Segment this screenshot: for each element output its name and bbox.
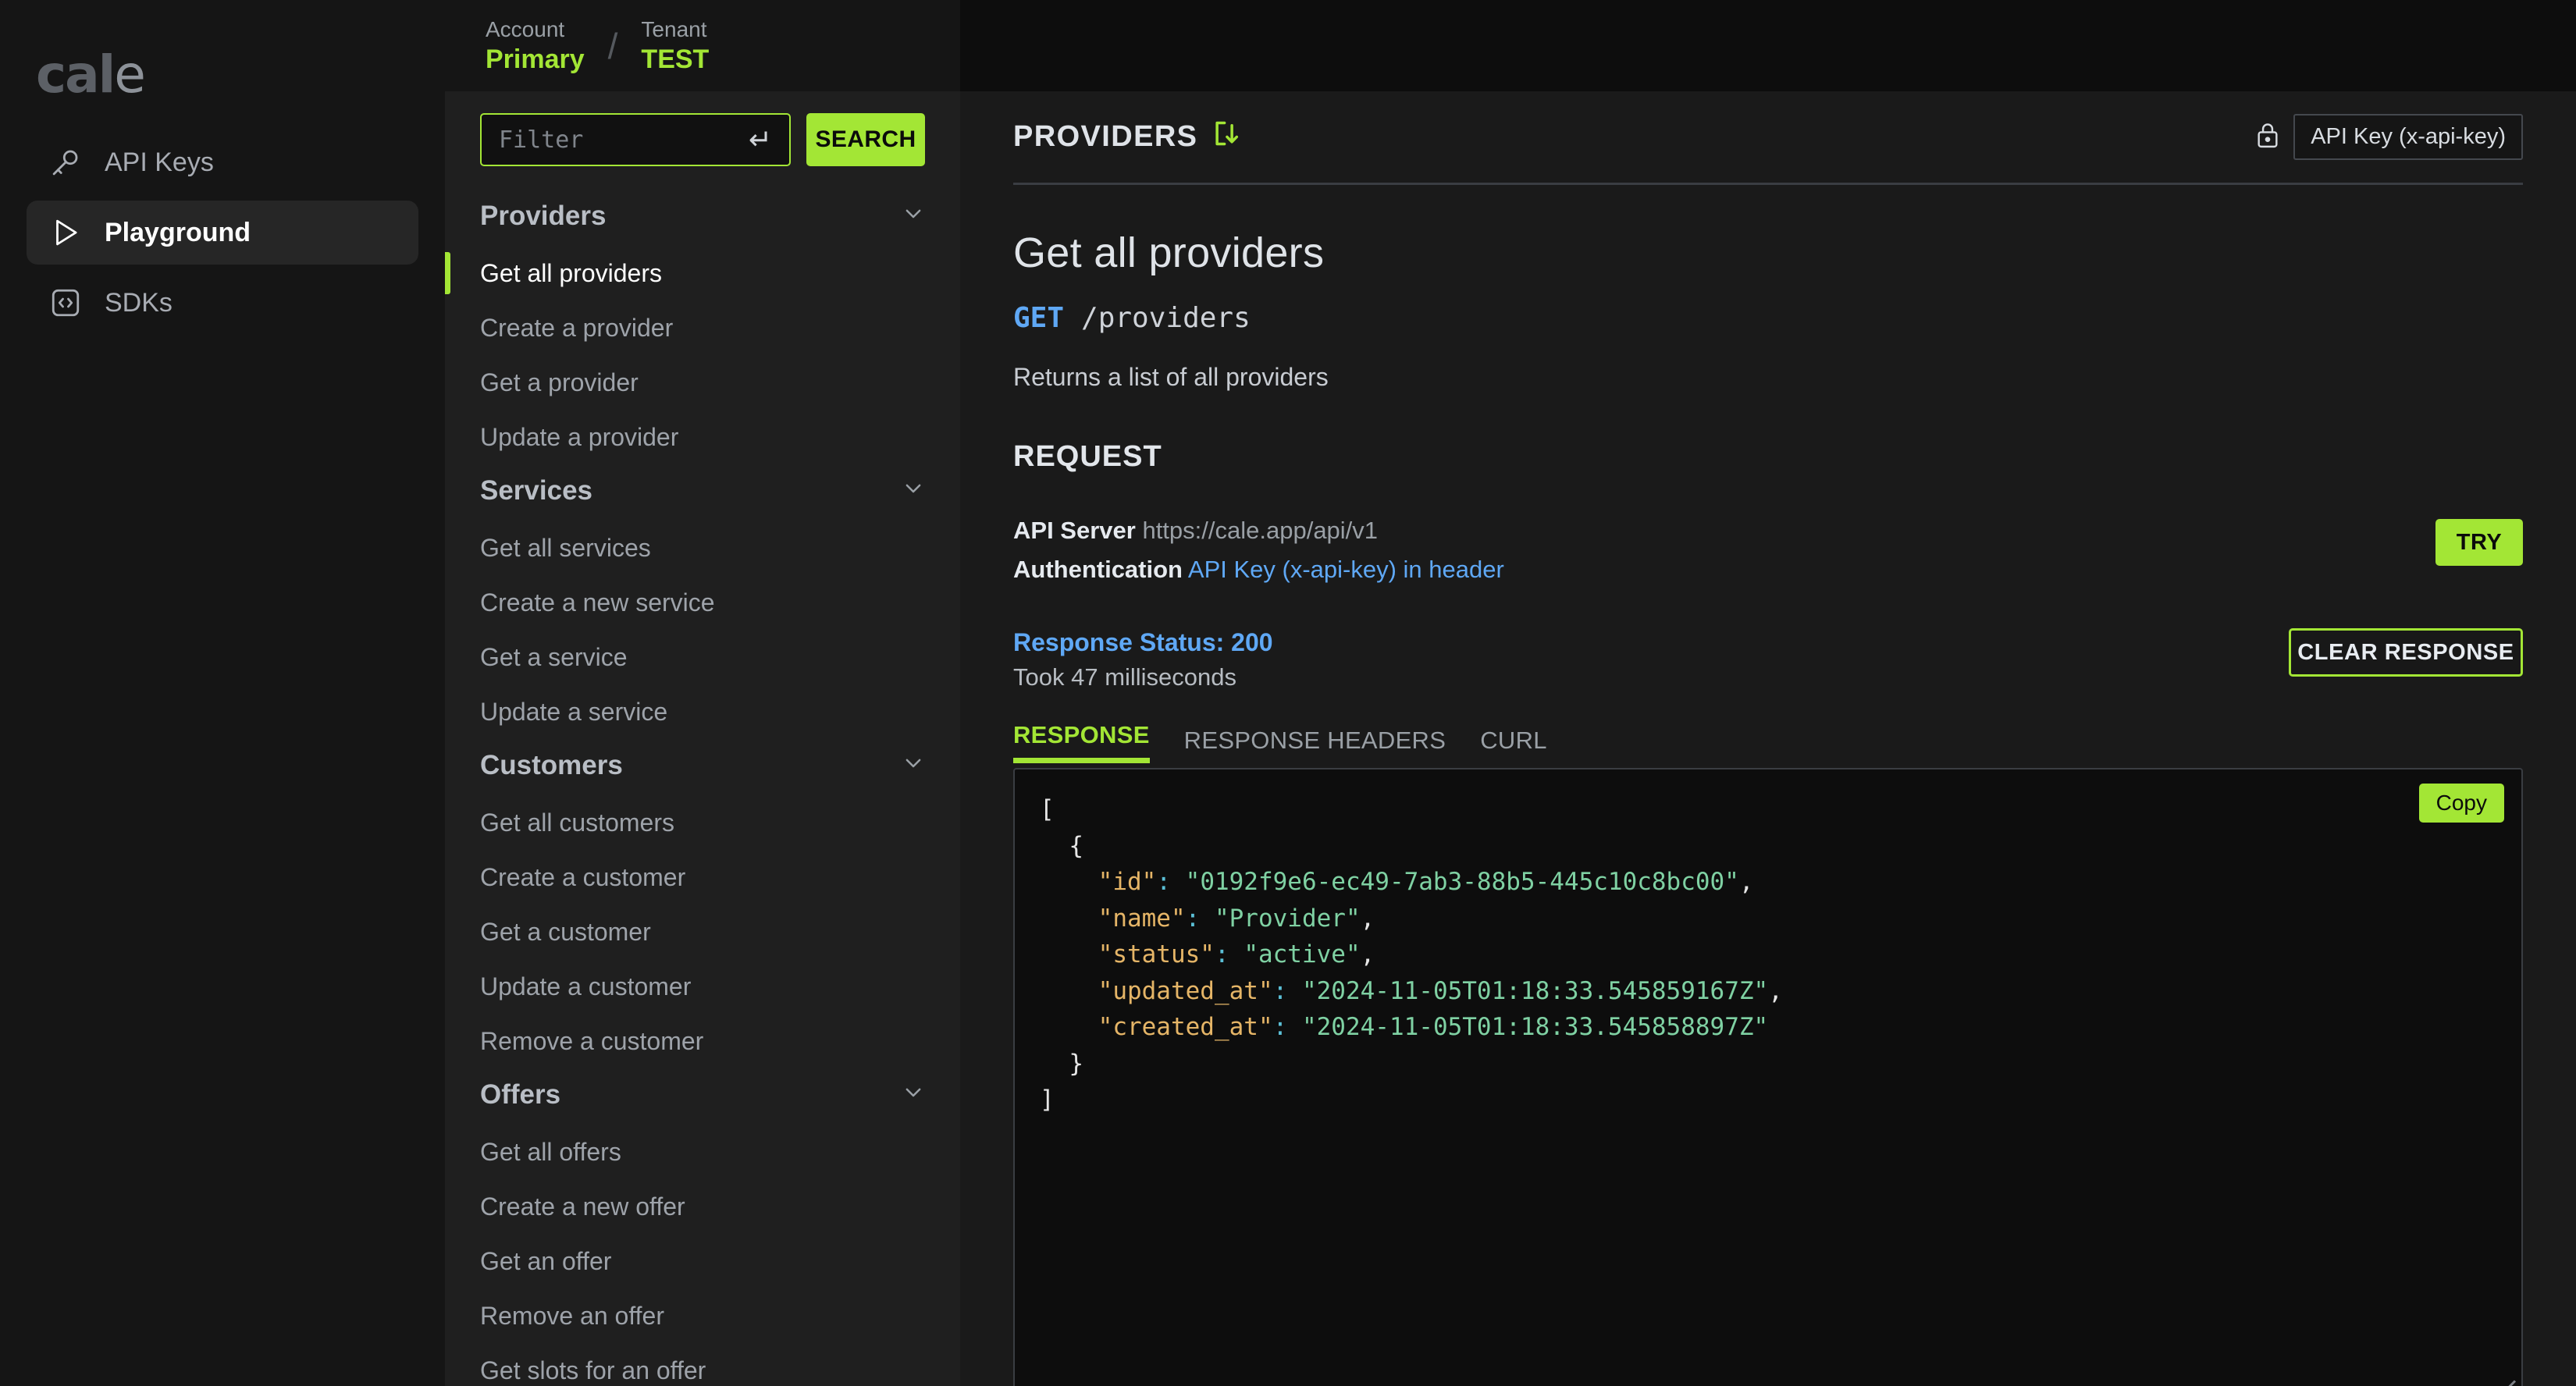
api-key-indicator: API Key (x-api-key): [2254, 114, 2523, 160]
nav-group-header[interactable]: Services: [445, 464, 960, 521]
nav-item[interactable]: Remove a customer: [445, 1014, 960, 1068]
response-tabs: RESPONSE RESPONSE HEADERS CURL: [1013, 721, 2523, 764]
nav-item[interactable]: Get a service: [445, 630, 960, 684]
tenant-value: TEST: [641, 44, 710, 74]
response-tab[interactable]: CURL: [1480, 727, 1547, 763]
authentication-value[interactable]: API Key (x-api-key) in header: [1188, 556, 1504, 583]
endpoint-description: Returns a list of all providers: [1013, 363, 1329, 391]
lock-icon: [2254, 120, 2281, 154]
response-status-row: Response Status: 200 Took 47 millisecond…: [1013, 628, 2523, 691]
nav-item[interactable]: Create a new offer: [445, 1179, 960, 1234]
try-button[interactable]: TRY: [2435, 519, 2523, 566]
endpoint-body: Get all providers GET/providers Returns …: [1013, 185, 2523, 1386]
nav-item[interactable]: Update a provider: [445, 410, 960, 464]
brand-logo[interactable]: cale: [36, 44, 418, 130]
page-title-text: PROVIDERS: [1013, 120, 1198, 153]
nav-group-title: Offers: [480, 1079, 561, 1110]
chevron-down-icon[interactable]: [902, 201, 925, 232]
clear-response-button[interactable]: CLEAR RESPONSE: [2289, 628, 2523, 677]
brand-logo-part-a: cal: [36, 44, 116, 105]
response-status-block: Response Status: 200 Took 47 millisecond…: [1013, 628, 1273, 691]
nav-item[interactable]: Get an offer: [445, 1234, 960, 1288]
account-label: Account: [486, 16, 565, 41]
nav-item[interactable]: Update a service: [445, 684, 960, 739]
filter-placeholder: Filter: [499, 126, 584, 154]
api-key-chip-label[interactable]: API Key (x-api-key): [2293, 114, 2523, 160]
filter-bar: Filter ↵ SEARCH: [445, 91, 960, 187]
nav-item[interactable]: Get all services: [445, 521, 960, 575]
nav-item[interactable]: Get all providers: [445, 246, 960, 300]
resize-handle-icon[interactable]: [2492, 1369, 2517, 1386]
panel-header: PROVIDERS API Key (x-api-key): [1013, 91, 2523, 185]
tenant-context[interactable]: Tenant TEST: [641, 16, 709, 76]
nav-item[interactable]: Get a customer: [445, 904, 960, 959]
nav-group-header[interactable]: Customers: [445, 739, 960, 795]
request-details-row: API Server https://cale.app/api/v1 Authe…: [1013, 511, 2523, 589]
response-tab[interactable]: RESPONSE HEADERS: [1184, 727, 1446, 763]
nav-group-header[interactable]: Providers: [445, 190, 960, 246]
authentication-label: Authentication: [1013, 556, 1183, 584]
tenant-label: Tenant: [641, 16, 707, 41]
nav-item[interactable]: Get a provider: [445, 355, 960, 410]
context-switcher: Account Primary / Tenant TEST: [445, 0, 960, 91]
enter-key-icon: ↵: [748, 123, 772, 155]
chevron-down-icon[interactable]: [902, 475, 925, 506]
api-server-label: API Server: [1013, 517, 1136, 544]
response-body-panel[interactable]: Copy [ { "id": "0192f9e6-ec49-7ab3-88b5-…: [1013, 768, 2523, 1386]
endpoint-list: Providers Get all providers Create a provi…: [445, 187, 960, 1386]
context-separator: /: [607, 25, 618, 66]
nav-group-title: Providers: [480, 201, 607, 231]
api-server-row: API Server https://cale.app/api/v1: [1013, 511, 1504, 550]
sidebar-item-api-keys[interactable]: API Keys: [27, 130, 418, 194]
nav-item[interactable]: Remove an offer: [445, 1288, 960, 1343]
nav-item[interactable]: Get all offers: [445, 1125, 960, 1179]
response-tab[interactable]: RESPONSE: [1013, 721, 1150, 764]
nav-item[interactable]: Create a customer: [445, 850, 960, 904]
page-title: PROVIDERS: [1013, 119, 1241, 156]
nav-group-header[interactable]: Offers: [445, 1068, 960, 1125]
sidebar-item-label-sdks: SDKs: [105, 287, 173, 318]
endpoint-path: /providers: [1081, 302, 1251, 334]
nav-group-title: Services: [480, 475, 593, 506]
endpoint-panel: PROVIDERS API Key (x-api-key) Get all pr…: [960, 91, 2576, 1386]
sidebar-item-label-playground: Playground: [105, 217, 251, 247]
request-meta: API Server https://cale.app/api/v1 Authe…: [1013, 511, 1504, 589]
main-content: PROVIDERS API Key (x-api-key) Get all pr…: [960, 0, 2576, 1386]
brand-logo-part-b: e: [114, 44, 146, 105]
sidebar-item-playground[interactable]: Playground: [27, 201, 418, 265]
endpoint-heading: Get all providers: [1013, 229, 1325, 276]
export-download-icon[interactable]: [1212, 119, 1241, 156]
account-value: Primary: [486, 44, 585, 74]
authentication-row: Authentication API Key (x-api-key) in he…: [1013, 550, 1504, 589]
chevron-down-icon[interactable]: [902, 750, 925, 781]
account-context[interactable]: Account Primary: [486, 16, 585, 76]
request-section-title: REQUEST: [1013, 440, 1162, 473]
nav-item[interactable]: Create a new service: [445, 575, 960, 630]
nav-item[interactable]: Get all customers: [445, 795, 960, 850]
app-root: cale API Keys Playground SDKs Account Pr…: [0, 0, 2576, 1386]
key-icon: [48, 145, 83, 179]
sidebar-item-label-api-keys: API Keys: [105, 147, 214, 177]
endpoint-navigation-column: Account Primary / Tenant TEST Filter ↵ S…: [445, 0, 960, 1386]
chevron-down-icon[interactable]: [902, 1079, 925, 1111]
status-badge: Response Status: 200: [1013, 628, 1273, 657]
response-duration: Took 47 milliseconds: [1013, 663, 1237, 691]
nav-item[interactable]: Get slots for an offer: [445, 1343, 960, 1386]
nav-group-title: Customers: [480, 750, 623, 780]
response-json: [ { "id": "0192f9e6-ec49-7ab3-88b5-445c1…: [1040, 795, 1783, 1114]
nav-item[interactable]: Create a provider: [445, 300, 960, 355]
copy-button[interactable]: Copy: [2418, 784, 2504, 823]
primary-sidebar: cale API Keys Playground SDKs: [0, 0, 445, 1386]
code-brackets-icon: [48, 286, 83, 320]
nav-item[interactable]: Update a customer: [445, 959, 960, 1014]
api-server-value: https://cale.app/api/v1: [1142, 517, 1379, 544]
play-icon: [48, 215, 83, 250]
sidebar-item-sdks[interactable]: SDKs: [27, 271, 418, 335]
search-button[interactable]: SEARCH: [806, 113, 925, 166]
endpoint-route: GET/providers: [1013, 302, 2523, 334]
http-method: GET: [1013, 302, 1065, 334]
filter-input[interactable]: Filter ↵: [480, 113, 791, 166]
